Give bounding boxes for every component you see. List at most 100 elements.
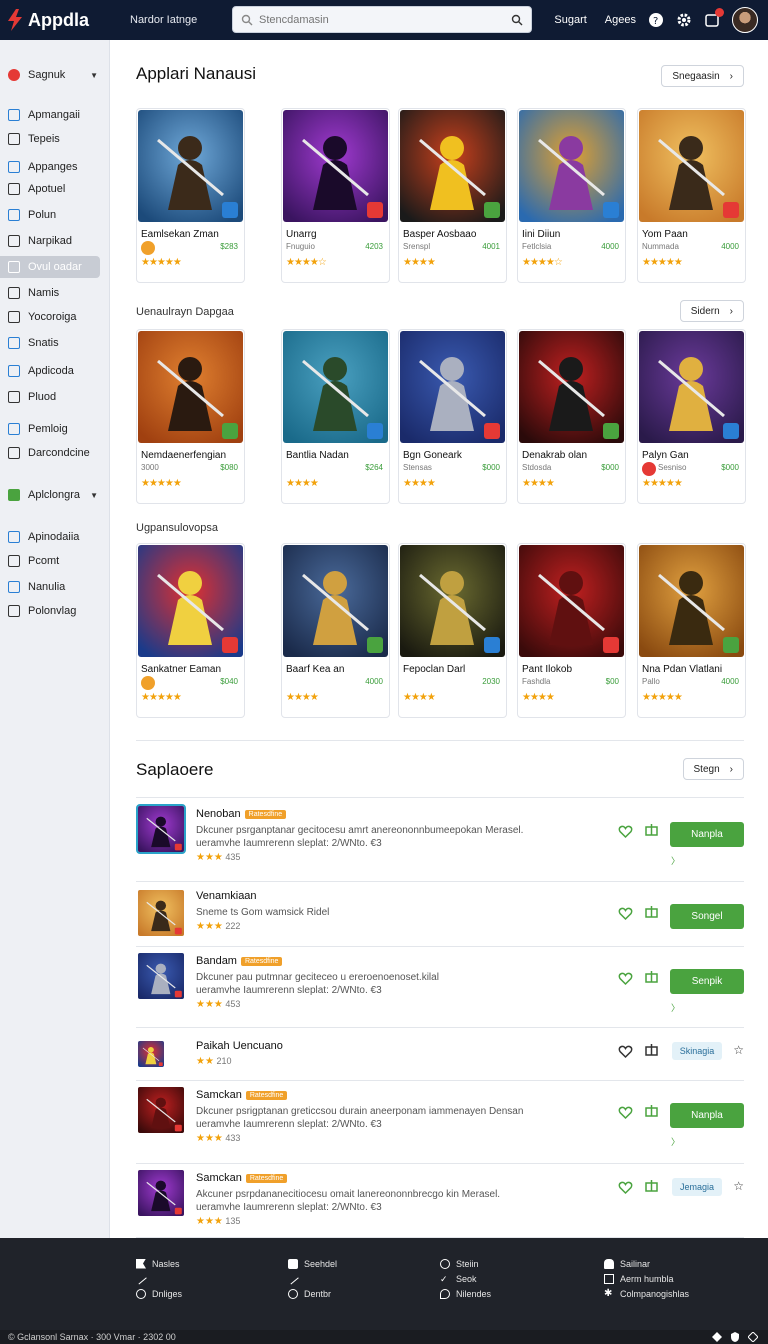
app-card[interactable]: Bgn Goneark Stensas $000 ★★★★ [398,329,507,504]
help-icon[interactable]: ? [648,12,664,28]
sidebar-item-9[interactable]: Yocoroiga [0,306,110,328]
list-item[interactable]: Venamkiaan Sneme ts Gom wamsick Ridel ★★★ … [136,882,744,947]
heart-icon[interactable] [618,824,633,839]
app-card[interactable]: Bantlia Nadan $264 ★★★★ [281,329,390,504]
heart-icon[interactable] [618,1044,633,1059]
app-icon-thumbnail[interactable] [136,804,186,854]
sidebar-item-2[interactable]: Tepeis [0,128,110,150]
app-card[interactable]: Iini Diiun Fetlclsia 4000 ★★★★☆ [517,108,626,283]
app-card[interactable]: Unarrg Fnuguio 4203 ★★★★☆ [281,108,390,283]
see-all-second-button[interactable]: Sidern › [679,300,744,322]
sidebar-item-13[interactable]: Pemloig [0,418,110,440]
footer-link[interactable]: Steiin [440,1256,491,1271]
footer-link[interactable]: Nasles [136,1256,182,1271]
app-thumbnail[interactable] [519,545,624,657]
settings-icon[interactable] [712,1332,722,1342]
sidebar-item-16[interactable]: Apinodaiia [0,526,110,548]
search-input[interactable] [259,13,511,26]
sidebar-item-0[interactable]: Sagnuk ▼ [0,64,110,86]
app-icon-thumbnail[interactable] [136,1085,186,1135]
sidebar-item-6[interactable]: Narpikad [0,230,110,252]
chevron-right-icon[interactable]: 〉 [671,854,680,867]
app-logo[interactable]: Appdla [6,9,114,31]
app-thumbnail[interactable] [283,331,388,443]
app-card[interactable]: Nna Pdan Vlatlani Pallo 4000 ★★★★★ [637,543,746,718]
sidebar-item-5[interactable]: Polun [0,204,110,226]
app-thumbnail[interactable] [138,110,243,222]
footer-link[interactable]: Dentbr [288,1286,337,1301]
sidebar-item-7[interactable]: Ovul oadar [0,256,100,278]
app-thumbnail[interactable] [138,331,243,443]
sidebar-item-12[interactable]: Pluod [0,386,110,408]
app-card[interactable]: Yom Paan Nummada 4000 ★★★★★ [637,108,746,283]
gift-icon[interactable] [644,904,659,919]
app-thumbnail[interactable] [400,545,505,657]
list-item[interactable]: Nenoban Ratesdfine Dkcuner psrganptanar ge… [136,800,744,882]
app-card[interactable]: Denakrab olan Stdosda $000 ★★★★ [517,329,626,504]
heart-icon[interactable] [618,1180,633,1195]
sidebar-item-14[interactable]: Darcondcine [0,442,110,464]
app-thumbnail[interactable] [138,545,243,657]
gift-icon[interactable] [644,1103,659,1118]
footer-link[interactable]: Nilendes [440,1286,491,1301]
app-card[interactable]: Baarf Kea an 4000 ★★★★ [281,543,390,718]
heart-icon[interactable] [618,906,633,921]
app-thumbnail[interactable] [283,545,388,657]
chevron-right-icon[interactable]: 〉 [671,1135,680,1148]
sidebar-item-1[interactable]: Apmangaii [0,104,110,126]
app-icon-thumbnail[interactable] [136,951,186,1001]
sidebar-item-3[interactable]: Appanges [0,156,110,178]
app-card[interactable]: Eamlsekan Zman $283 ★★★★★ [136,108,245,283]
see-all-featured-button[interactable]: Snegaasin › [661,65,744,87]
app-card[interactable]: Fepoclan Darl 2030 ★★★★ [398,543,507,718]
star-icon[interactable]: ☆ [733,1043,744,1057]
list-item[interactable]: Samckan Ratesdfine Akcuner psrpdananecitio… [136,1164,744,1238]
see-all-list-button[interactable]: Stegn › [682,758,744,780]
sidebar-item-11[interactable]: Apdicoda [0,360,110,382]
footer-link[interactable]: Aerm humbla [604,1271,689,1286]
action-button[interactable]: Jemagia [672,1178,722,1196]
action-button[interactable]: Songel [670,904,744,929]
app-thumbnail[interactable] [519,110,624,222]
sidebar-item-19[interactable]: Polonvlag [0,600,110,622]
action-button[interactable]: Skinagia [672,1042,722,1060]
sidebar-item-4[interactable]: Apotuel [0,178,110,200]
app-thumbnail[interactable] [400,331,505,443]
heart-icon[interactable] [618,971,633,986]
app-card[interactable]: Basper Aosbaao Srenspl 4001 ★★★★ [398,108,507,283]
search-bar[interactable] [232,6,532,33]
footer-link[interactable] [135,1271,182,1286]
action-button[interactable]: Senpik [670,969,744,994]
top-link-2[interactable]: Agees [605,14,636,26]
gift-icon[interactable] [644,1042,659,1057]
action-button[interactable]: Nanpla [670,1103,744,1128]
chevron-right-icon[interactable]: 〉 [671,1001,680,1014]
app-thumbnail[interactable] [519,331,624,443]
sidebar-item-10[interactable]: Snatis [0,332,110,354]
gear-icon[interactable] [676,12,692,28]
list-item[interactable]: Samckan Ratesdfine Dkcuner psrigptanan gre… [136,1081,744,1164]
app-card[interactable]: Pant Ilokob Fashdla $00 ★★★★ [517,543,626,718]
app-card[interactable]: Sankatner Eaman $040 ★★★★★ [136,543,245,718]
footer-link[interactable]: Seehdel [288,1256,337,1271]
footer-link[interactable]: ✱ Colmpanogishlas [604,1286,689,1301]
heart-icon[interactable] [618,1105,633,1120]
nav-link[interactable]: Nardor Iatnge [130,14,197,26]
footer-link[interactable]: Sailinar [604,1256,689,1271]
sidebar-item-15[interactable]: Aplclongra ▼ [0,484,110,506]
shield-icon[interactable] [730,1332,740,1342]
app-thumbnail[interactable] [283,110,388,222]
footer-link[interactable] [287,1271,337,1286]
app-thumbnail[interactable] [400,110,505,222]
search-submit-icon[interactable] [511,14,523,26]
gift-icon[interactable] [644,969,659,984]
list-item[interactable]: Paikah Uencuano ★★ 210 Skinagia ☆ [136,1028,744,1081]
sidebar-item-18[interactable]: Nanulia [0,576,110,598]
share-icon[interactable] [748,1332,758,1342]
gift-icon[interactable] [644,1178,659,1193]
footer-link[interactable]: Dnliges [136,1286,182,1301]
sidebar-item-17[interactable]: Pcomt [0,550,110,572]
footer-link[interactable]: ✓ Seok [440,1271,491,1286]
action-button[interactable]: Nanpla [670,822,744,847]
star-icon[interactable]: ☆ [733,1179,744,1193]
